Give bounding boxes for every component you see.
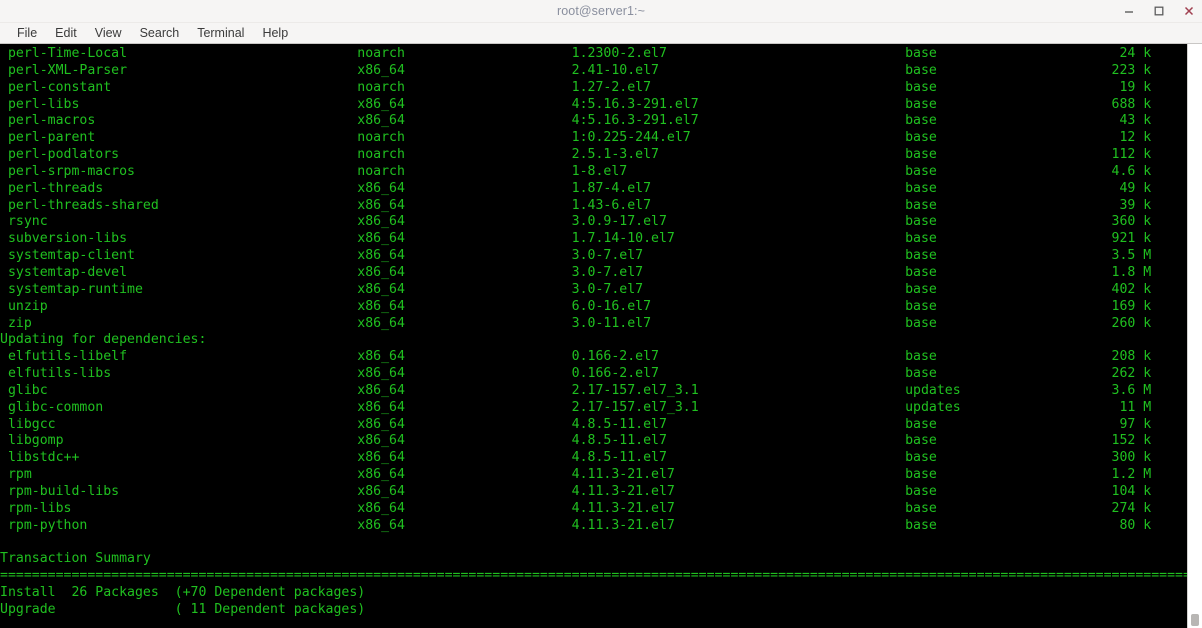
maximize-icon[interactable]	[1152, 4, 1166, 18]
package-row: perl-libs x86_64 4:5.16.3-291.el7 base 6…	[0, 96, 1152, 112]
package-row: perl-threads-shared x86_64 1.43-6.el7 ba…	[0, 197, 1152, 213]
menu-item-file[interactable]: File	[8, 24, 46, 42]
package-row: systemtap-client x86_64 3.0-7.el7 base 3…	[0, 248, 1152, 264]
package-row: elfutils-libs x86_64 0.166-2.el7 base 26…	[0, 366, 1152, 382]
package-row: perl-XML-Parser x86_64 2.41-10.el7 base …	[0, 62, 1152, 78]
package-row: subversion-libs x86_64 1.7.14-10.el7 bas…	[0, 231, 1152, 247]
package-row: perl-podlators noarch 2.5.1-3.el7 base 1…	[0, 147, 1152, 163]
terminal-scrollbar[interactable]	[1187, 44, 1202, 628]
package-row: rpm x86_64 4.11.3-21.el7 base 1.2 M	[0, 467, 1152, 483]
package-row: rpm-libs x86_64 4.11.3-21.el7 base 274 k	[0, 500, 1152, 516]
summary-separator: ========================================…	[0, 568, 1187, 584]
transaction-summary-heading: Transaction Summary	[0, 551, 151, 567]
window-controls	[1122, 0, 1196, 22]
menu-item-search[interactable]: Search	[131, 24, 189, 42]
package-row: perl-srpm-macros noarch 1-8.el7 base 4.6…	[0, 163, 1152, 179]
package-row: libgcc x86_64 4.8.5-11.el7 base 97 k	[0, 416, 1152, 432]
package-row: perl-macros x86_64 4:5.16.3-291.el7 base…	[0, 113, 1152, 129]
scrollbar-grip[interactable]	[1191, 614, 1199, 626]
window-title: root@server1:~	[556, 4, 646, 18]
package-row: glibc-common x86_64 2.17-157.el7_3.1 upd…	[0, 399, 1152, 415]
title-bar: root@server1:~	[0, 0, 1202, 23]
package-row: libgomp x86_64 4.8.5-11.el7 base 152 k	[0, 433, 1152, 449]
menu-item-help[interactable]: Help	[253, 24, 297, 42]
package-row: rpm-build-libs x86_64 4.11.3-21.el7 base…	[0, 483, 1152, 499]
menu-item-edit[interactable]: Edit	[46, 24, 86, 42]
terminal-window: root@server1:~ File Edit View Search Ter…	[0, 0, 1202, 628]
package-row: rsync x86_64 3.0.9-17.el7 base 360 k	[0, 214, 1152, 230]
menu-item-view[interactable]: View	[86, 24, 131, 42]
updating-header: Updating for dependencies:	[0, 332, 207, 348]
menu-bar: File Edit View Search Terminal Help	[0, 23, 1202, 43]
package-row: perl-Time-Local noarch 1.2300-2.el7 base…	[0, 46, 1152, 61]
menu-item-terminal[interactable]: Terminal	[188, 24, 253, 42]
summary-line: Install 26 Packages (+70 Dependent packa…	[0, 585, 366, 600]
package-row: perl-constant noarch 1.27-2.el7 base 19 …	[0, 79, 1152, 95]
package-row: perl-parent noarch 1:0.225-244.el7 base …	[0, 130, 1152, 146]
package-row: systemtap-devel x86_64 3.0-7.el7 base 1.…	[0, 264, 1152, 280]
close-icon[interactable]	[1182, 4, 1196, 18]
package-row: unzip x86_64 6.0-16.el7 base 169 k	[0, 298, 1152, 314]
package-row: libstdc++ x86_64 4.8.5-11.el7 base 300 k	[0, 450, 1152, 466]
package-row: rpm-python x86_64 4.11.3-21.el7 base 80 …	[0, 517, 1152, 533]
package-row: glibc x86_64 2.17-157.el7_3.1 updates 3.…	[0, 382, 1152, 398]
terminal-output[interactable]: perl-Time-Local noarch 1.2300-2.el7 base…	[0, 44, 1187, 628]
minimize-icon[interactable]	[1122, 4, 1136, 18]
summary-line: Upgrade ( 11 Dependent packages)	[0, 601, 366, 617]
package-row: zip x86_64 3.0-11.el7 base 260 k	[0, 315, 1152, 331]
terminal-area: perl-Time-Local noarch 1.2300-2.el7 base…	[0, 43, 1202, 628]
package-row: perl-threads x86_64 1.87-4.el7 base 49 k	[0, 180, 1152, 196]
package-row: elfutils-libelf x86_64 0.166-2.el7 base …	[0, 349, 1152, 365]
package-row: systemtap-runtime x86_64 3.0-7.el7 base …	[0, 281, 1152, 297]
